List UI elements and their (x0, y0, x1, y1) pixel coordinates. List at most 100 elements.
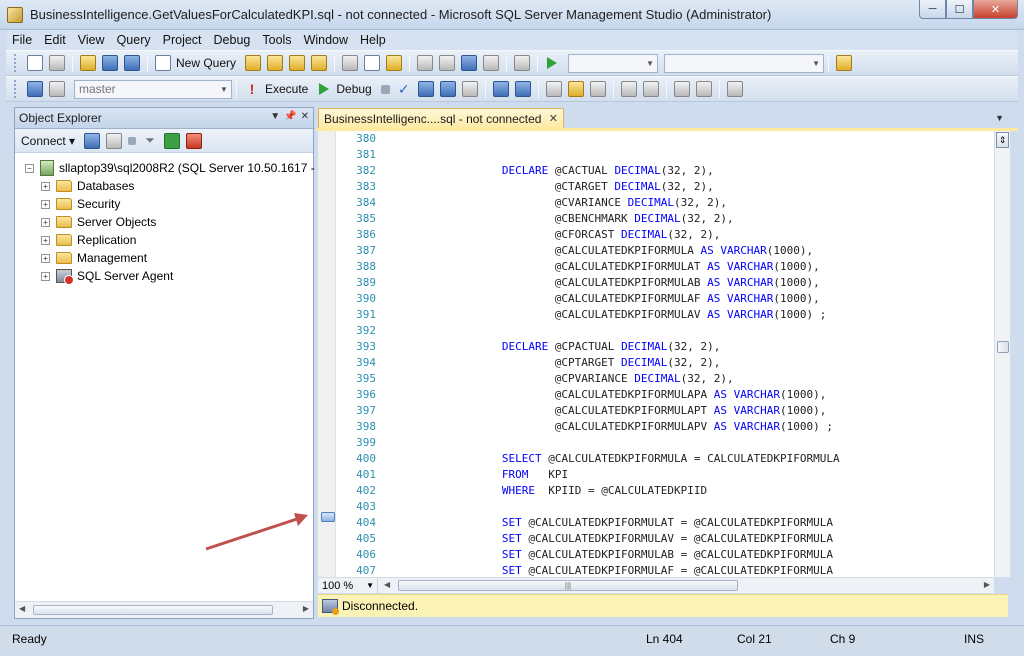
scroll-left-icon[interactable]: ◀ (19, 604, 25, 613)
tree-node-management[interactable]: + Management (15, 249, 313, 267)
expand-icon[interactable]: + (41, 199, 50, 209)
scroll-right-icon[interactable]: ▶ (984, 580, 990, 589)
connect-icon[interactable] (27, 81, 43, 97)
analysis-query-icon[interactable] (267, 55, 284, 71)
tab-query-file[interactable]: BusinessIntelligenc....sql - not connect… (318, 108, 564, 129)
client-statistics-icon[interactable] (514, 81, 531, 97)
new-query-button[interactable]: New Query (176, 56, 236, 70)
editor-gutter[interactable] (318, 131, 336, 577)
connect-server-icon[interactable] (84, 132, 101, 149)
tree-node-server-objects[interactable]: + Server Objects (15, 213, 313, 231)
code-line[interactable]: 403 (340, 499, 840, 515)
expand-icon[interactable]: + (41, 181, 50, 191)
cut-icon[interactable] (342, 55, 359, 71)
tree-node-sql-server-agent[interactable]: + SQL Server Agent (15, 267, 313, 285)
scroll-thumb[interactable] (997, 341, 1009, 353)
editor-hscroll-thumb[interactable]: ||| (398, 580, 738, 591)
editor-vscrollbar[interactable]: ⇕ (994, 131, 1010, 577)
object-explorer-hscrollbar[interactable]: ◀ ▶ (15, 601, 313, 618)
code-line[interactable]: 396 @CALCULATEDKPIFORMULAPA AS VARCHAR(1… (340, 387, 840, 403)
menu-query[interactable]: Query (111, 33, 157, 47)
sql-editor[interactable]: 380 381 382 DECLARE @CACTUAL DECIMAL(32,… (318, 131, 994, 577)
code-line[interactable]: 398 @CALCULATEDKPIFORMULAPV AS VARCHAR(1… (340, 419, 840, 435)
stop-icon[interactable] (128, 136, 137, 145)
object-explorer-details-icon[interactable] (186, 132, 203, 149)
menu-help[interactable]: Help (354, 33, 392, 47)
scroll-left-icon[interactable]: ◀ (384, 580, 390, 589)
menu-debug[interactable]: Debug (208, 33, 257, 47)
code-line[interactable]: 405 SET @CALCULATEDKPIFORMULAV = @CALCUL… (340, 531, 840, 547)
toolbar-grip[interactable] (14, 54, 18, 72)
expand-icon[interactable]: + (41, 253, 50, 263)
code-line[interactable]: 395 @CPVARIANCE DECIMAL(32, 2), (340, 371, 840, 387)
menu-edit[interactable]: Edit (38, 33, 72, 47)
execute-icon[interactable]: ! (244, 81, 260, 97)
intellisense-icon[interactable] (492, 81, 509, 97)
uncomment-icon[interactable] (642, 81, 659, 97)
refresh-icon[interactable] (164, 132, 181, 149)
xmla-query-icon[interactable] (311, 55, 328, 71)
code-line[interactable]: 397 @CALCULATEDKPIFORMULAPT AS VARCHAR(1… (340, 403, 840, 419)
copy-icon[interactable] (364, 55, 381, 71)
splitter-icon[interactable]: ⇕ (996, 132, 1009, 148)
debug-play-icon[interactable] (319, 83, 330, 95)
specify-values-icon[interactable] (726, 81, 743, 97)
code-line[interactable]: 393 DECLARE @CPACTUAL DECIMAL(32, 2), (340, 339, 840, 355)
code-line[interactable]: 389 @CALCULATEDKPIFORMULAB AS VARCHAR(10… (340, 275, 840, 291)
menu-tools[interactable]: Tools (256, 33, 297, 47)
code-line[interactable]: 402 WHERE KPIID = @CALCULATEDKPIID (340, 483, 840, 499)
code-line[interactable]: 392 (340, 323, 840, 339)
find-icon[interactable] (483, 55, 500, 71)
database-engine-query-icon[interactable] (245, 55, 262, 71)
cancel-query-icon[interactable] (380, 84, 390, 94)
code-line[interactable]: 381 (340, 147, 840, 163)
ssms-app-icon[interactable] (7, 7, 23, 23)
connect-dropdown[interactable]: Connect ▾ (21, 134, 75, 148)
open-file-icon[interactable] (80, 55, 96, 71)
close-tab-icon[interactable]: ✕ (549, 112, 558, 125)
dmx-query-icon[interactable] (289, 55, 306, 71)
menu-view[interactable]: View (72, 33, 111, 47)
redo-icon[interactable] (439, 55, 456, 71)
available-databases-combo[interactable]: master ▼ (74, 79, 232, 99)
server-node[interactable]: − sllaptop39\sql2008R2 (SQL Server 10.50… (15, 159, 335, 177)
results-to-file-icon[interactable] (589, 81, 606, 97)
save-all-icon[interactable] (124, 55, 140, 71)
start-debug-icon[interactable] (547, 57, 558, 69)
close-icon[interactable]: ✕ (301, 111, 309, 122)
decrease-indent-icon[interactable] (673, 81, 690, 97)
code-line[interactable]: 406 SET @CALCULATEDKPIFORMULAB = @CALCUL… (340, 547, 840, 563)
properties-icon[interactable] (836, 55, 853, 71)
code-line[interactable]: 390 @CALCULATEDKPIFORMULAF AS VARCHAR(10… (340, 291, 840, 307)
disconnect-icon[interactable] (106, 132, 123, 149)
expand-icon[interactable]: + (41, 217, 50, 227)
pin-icon[interactable]: 📌 (284, 111, 296, 122)
tree-node-security[interactable]: + Security (15, 195, 313, 213)
save-icon[interactable] (102, 55, 118, 71)
filter-icon[interactable]: ⏷ (142, 133, 158, 149)
scroll-right-icon[interactable]: ▶ (303, 604, 309, 613)
platform-combo[interactable]: ▼ (664, 53, 825, 73)
comment-icon[interactable] (620, 81, 637, 97)
paste-icon[interactable] (386, 55, 403, 71)
tree-node-replication[interactable]: + Replication (15, 231, 313, 249)
query-designer-icon[interactable] (439, 81, 456, 97)
new-project-icon[interactable] (27, 55, 43, 71)
navigate-icon[interactable] (461, 55, 478, 71)
add-item-icon[interactable] (49, 55, 65, 71)
display-plan-icon[interactable] (417, 81, 434, 97)
code-line[interactable]: 401 FROM KPI (340, 467, 840, 483)
menu-file[interactable]: File (6, 33, 38, 47)
activity-monitor-icon[interactable] (514, 55, 531, 71)
menu-project[interactable]: Project (157, 33, 208, 47)
code-line[interactable]: 386 @CFORCAST DECIMAL(32, 2), (340, 227, 840, 243)
debug-button[interactable]: Debug (336, 82, 371, 96)
code-line[interactable]: 400 SELECT @CALCULATEDKPIFORMULA = CALCU… (340, 451, 839, 467)
execute-button[interactable]: Execute (265, 82, 308, 96)
code-line[interactable]: 399 (340, 435, 840, 451)
include-plan-icon[interactable] (461, 81, 478, 97)
close-button[interactable]: ✕ (973, 0, 1018, 19)
code-line[interactable]: 391 @CALCULATEDKPIFORMULAV AS VARCHAR(10… (340, 307, 840, 323)
code-line[interactable]: 394 @CPTARGET DECIMAL(32, 2), (340, 355, 840, 371)
change-connection-icon[interactable] (49, 81, 65, 97)
